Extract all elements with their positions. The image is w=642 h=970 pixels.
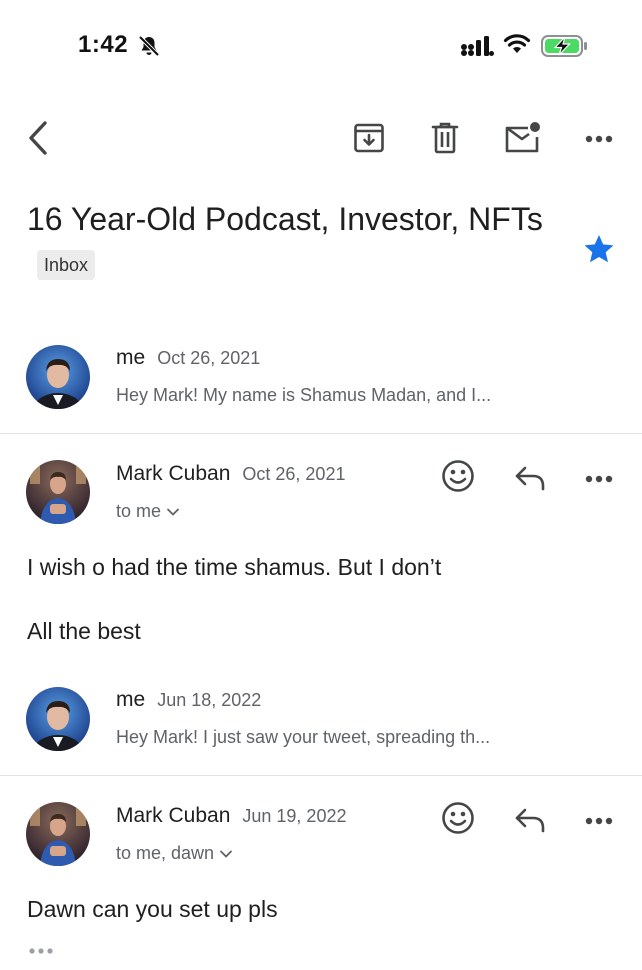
mark-unread-icon xyxy=(504,120,542,159)
chevron-down-icon xyxy=(219,843,233,863)
sender-name: Mark Cuban xyxy=(116,462,231,485)
message-snippet: Hey Mark! I just saw your tweet, spreadi… xyxy=(116,727,491,747)
message-body-line: I wish o had the time shamus. But I don’… xyxy=(27,554,442,580)
message-date: Oct 26, 2021 xyxy=(242,464,346,484)
trash-icon xyxy=(431,122,459,159)
thread-subject: 16 Year-Old Podcast, Investor, NFTs Inbox xyxy=(27,196,567,290)
sender-name: me xyxy=(116,688,146,711)
reply-button[interactable] xyxy=(510,802,550,842)
more-options-button[interactable] xyxy=(582,466,616,492)
star-icon xyxy=(583,235,615,269)
delete-button[interactable] xyxy=(430,122,460,158)
ellipsis-icon xyxy=(27,942,55,960)
add-reaction-button[interactable] xyxy=(438,800,478,840)
emoji-reaction-icon xyxy=(441,459,475,498)
more-options-button[interactable] xyxy=(582,808,616,834)
back-button[interactable] xyxy=(20,120,56,160)
show-trimmed-content-button[interactable] xyxy=(24,942,58,960)
message-expanded: Mark Cuban Oct 26, 2021 to me I wish o ha xyxy=(0,434,642,664)
more-options-button[interactable] xyxy=(582,126,616,152)
message-body-line: Dawn can you set up pls xyxy=(27,896,278,922)
message-date: Jun 19, 2022 xyxy=(242,806,347,826)
recipients-text: to me, dawn xyxy=(116,843,215,863)
sender-name: me xyxy=(116,346,146,369)
sender-name: Mark Cuban xyxy=(116,804,231,827)
back-arrow-icon xyxy=(27,120,49,161)
star-button[interactable] xyxy=(583,233,615,265)
recipients-text: to me xyxy=(116,501,162,521)
mark-unread-button[interactable] xyxy=(504,120,542,158)
recipients-toggle[interactable]: to me, dawn xyxy=(116,843,233,864)
more-options-icon xyxy=(585,470,613,488)
more-options-icon xyxy=(585,812,613,830)
reply-button[interactable] xyxy=(510,460,550,500)
subject-text: 16 Year-Old Podcast, Investor, NFTs xyxy=(27,201,543,237)
recipients-toggle[interactable]: to me xyxy=(116,501,180,522)
message-date: Oct 26, 2021 xyxy=(157,348,261,368)
status-time: 1:42 xyxy=(78,31,129,58)
battery-charging-icon xyxy=(541,34,589,63)
more-options-icon xyxy=(585,130,613,148)
message-collapsed[interactable]: me Jun 18, 2022 Hey Mark! I just saw your… xyxy=(0,672,642,772)
emoji-reaction-icon xyxy=(441,801,475,840)
reply-icon xyxy=(514,807,546,838)
message-expanded: Mark CubanJun 19, 2022 to me, dawn Dawn xyxy=(0,776,642,970)
message-snippet: Hey Mark! My name is Shamus Madan, and I… xyxy=(116,385,492,405)
bell-slash-icon xyxy=(137,34,161,63)
add-reaction-button[interactable] xyxy=(438,458,478,498)
reply-icon xyxy=(514,465,546,496)
archive-icon xyxy=(353,122,385,159)
message-body-line: All the best xyxy=(27,618,141,644)
message-collapsed[interactable]: me Oct 26, 2021 Hey Mark! My name is Sham… xyxy=(0,330,642,430)
signal-icon xyxy=(460,36,494,63)
avatar xyxy=(26,687,90,751)
inbox-label-chip[interactable]: Inbox xyxy=(37,249,96,280)
chevron-down-icon xyxy=(166,501,180,521)
avatar xyxy=(26,802,90,866)
archive-button[interactable] xyxy=(352,122,386,158)
message-date: Jun 18, 2022 xyxy=(157,690,262,710)
avatar xyxy=(26,460,90,524)
avatar xyxy=(26,345,90,409)
wifi-icon xyxy=(503,33,531,60)
